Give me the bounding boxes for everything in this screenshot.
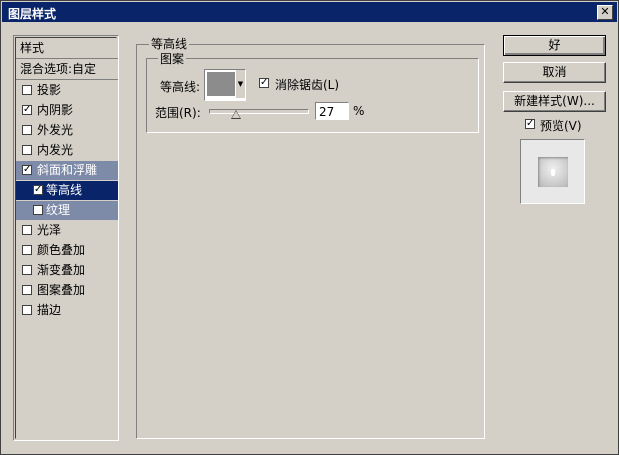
- checkbox-gradient-overlay[interactable]: [22, 265, 32, 275]
- checkbox-color-overlay[interactable]: [22, 245, 32, 255]
- title-bar: 图层样式 ✕: [2, 2, 617, 22]
- blending-options-item[interactable]: 混合选项:自定: [16, 60, 118, 79]
- checkbox-stroke[interactable]: [22, 305, 32, 315]
- style-item-inner-shadow[interactable]: ✓ 内阴影: [16, 101, 118, 120]
- style-item-outer-glow[interactable]: 外发光: [16, 121, 118, 140]
- style-preview: [520, 139, 585, 204]
- divider: [16, 79, 118, 80]
- checkbox-bevel-emboss[interactable]: ✓: [22, 165, 32, 175]
- preview-checkbox[interactable]: ✓: [525, 119, 535, 129]
- style-item-gradient-overlay[interactable]: 渐变叠加: [16, 261, 118, 280]
- new-style-button[interactable]: 新建样式(W)...: [503, 91, 606, 112]
- style-item-texture[interactable]: 纹理: [16, 201, 118, 220]
- style-item-drop-shadow[interactable]: 投影: [16, 81, 118, 100]
- style-item-label: 内阴影: [37, 103, 74, 117]
- close-icon[interactable]: ✕: [597, 5, 613, 20]
- style-item-stroke[interactable]: 描边: [16, 301, 118, 320]
- checkbox-inner-shadow[interactable]: ✓: [22, 105, 32, 115]
- style-item-label: 外发光: [37, 123, 74, 137]
- checkbox-pattern-overlay[interactable]: [22, 285, 32, 295]
- checkbox-texture[interactable]: [33, 205, 43, 215]
- checkbox-outer-glow[interactable]: [22, 125, 32, 135]
- checkbox-satin[interactable]: [22, 225, 32, 235]
- chevron-down-icon[interactable]: ▼: [236, 70, 245, 98]
- styles-header-label: 样式: [20, 41, 45, 55]
- range-input[interactable]: 27: [315, 102, 349, 120]
- checkbox-contour[interactable]: ✓: [33, 185, 43, 195]
- styles-list: 样式 混合选项:自定 投影 ✓ 内阴影 外发光 内发光 ✓ 斜面和浮雕 ✓ 等高…: [15, 37, 118, 439]
- antialias-checkbox[interactable]: ✓: [259, 78, 269, 88]
- style-item-label: 内发光: [37, 143, 74, 157]
- range-slider-track[interactable]: [209, 109, 309, 114]
- style-item-label: 光泽: [37, 223, 62, 237]
- antialias-label: 消除锯齿(L): [275, 78, 340, 92]
- range-unit: %: [353, 104, 365, 118]
- style-item-label: 投影: [37, 83, 62, 97]
- style-item-label: 等高线: [46, 183, 83, 197]
- style-item-label: 斜面和浮雕: [37, 163, 98, 177]
- style-item-color-overlay[interactable]: 颜色叠加: [16, 241, 118, 260]
- blending-options-label: 混合选项:自定: [20, 62, 97, 76]
- elements-group-box: [146, 58, 479, 133]
- divider: [16, 58, 118, 59]
- style-item-label: 图案叠加: [37, 283, 86, 297]
- elements-group-title: 图案: [158, 50, 187, 67]
- style-item-inner-glow[interactable]: 内发光: [16, 141, 118, 160]
- preview-label: 预览(V): [540, 119, 582, 133]
- range-slider-thumb[interactable]: [231, 110, 241, 119]
- preview-swatch: [538, 157, 568, 187]
- style-item-label: 描边: [37, 303, 62, 317]
- style-item-label: 颜色叠加: [37, 243, 86, 257]
- style-item-satin[interactable]: 光泽: [16, 221, 118, 240]
- checkbox-inner-glow[interactable]: [22, 145, 32, 155]
- cancel-button[interactable]: 取消: [503, 62, 606, 83]
- dialog-title: 图层样式: [8, 7, 57, 21]
- style-item-pattern-overlay[interactable]: 图案叠加: [16, 281, 118, 300]
- checkbox-drop-shadow[interactable]: [22, 85, 32, 95]
- range-label: 范围(R):: [155, 106, 201, 120]
- contour-picker[interactable]: ▼: [204, 69, 246, 101]
- styles-header[interactable]: 样式: [16, 39, 118, 58]
- style-item-contour[interactable]: ✓ 等高线: [16, 181, 118, 200]
- ok-button[interactable]: 好: [503, 35, 606, 56]
- contour-label: 等高线:: [160, 80, 201, 94]
- style-item-label: 纹理: [46, 203, 71, 217]
- style-item-label: 渐变叠加: [37, 263, 86, 277]
- styles-list-panel: 样式 混合选项:自定 投影 ✓ 内阴影 外发光 内发光 ✓ 斜面和浮雕 ✓ 等高…: [13, 35, 119, 441]
- contour-curve-thumbnail[interactable]: [207, 72, 235, 96]
- style-item-bevel-emboss[interactable]: ✓ 斜面和浮雕: [16, 161, 118, 180]
